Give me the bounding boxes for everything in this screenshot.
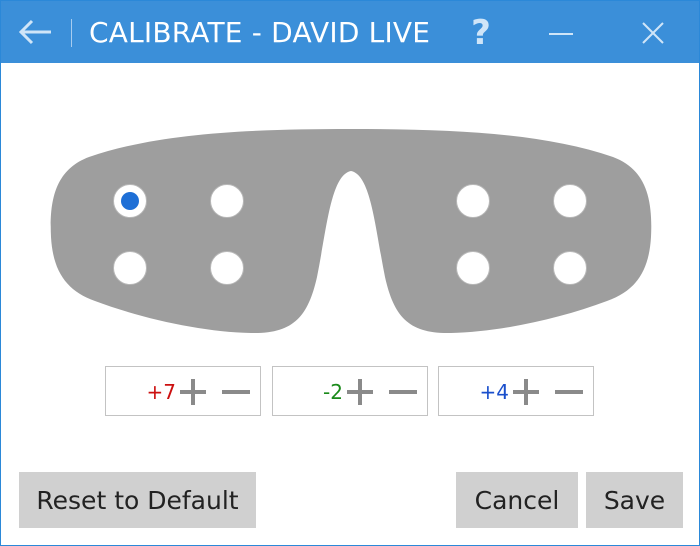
minimize-button[interactable] [543, 15, 579, 51]
save-button[interactable]: Save [586, 472, 683, 528]
stepper-1: +7 [105, 366, 261, 416]
help-button[interactable]: ? [461, 13, 501, 53]
cancel-button[interactable]: Cancel [456, 472, 578, 528]
stepper-value: +7 [146, 380, 176, 404]
calibration-point-left-top-outer[interactable] [113, 184, 147, 218]
plus-icon[interactable] [511, 377, 541, 407]
calibration-point-right-top-inner[interactable] [456, 184, 490, 218]
close-icon [642, 22, 664, 44]
stepper-value: -2 [323, 380, 343, 404]
stepper-2: -2 [272, 366, 428, 416]
calibration-point-right-bottom-outer[interactable] [553, 251, 587, 285]
title-separator [71, 19, 72, 47]
arrow-left-icon [18, 19, 51, 45]
calibration-point-left-top-inner[interactable] [210, 184, 244, 218]
title-bar: CALIBRATE - DAVID LIVE ? [1, 1, 699, 63]
calibration-point-right-bottom-inner[interactable] [456, 251, 490, 285]
calibration-point-left-bottom-inner[interactable] [210, 251, 244, 285]
minimize-icon [549, 33, 573, 35]
stepper-value: +4 [479, 380, 509, 404]
reset-to-default-button[interactable]: Reset to Default [19, 472, 256, 528]
back-button[interactable] [15, 14, 55, 50]
goggles-mask-shape [50, 129, 652, 334]
plus-icon[interactable] [345, 377, 375, 407]
close-button[interactable] [635, 15, 671, 51]
window-title: CALIBRATE - DAVID LIVE [89, 16, 431, 49]
calibrate-window: CALIBRATE - DAVID LIVE ? +7 -2 +4 Reset … [0, 0, 700, 546]
minus-icon[interactable] [553, 377, 585, 407]
plus-icon[interactable] [178, 377, 208, 407]
minus-icon[interactable] [220, 377, 252, 407]
minus-icon[interactable] [387, 377, 419, 407]
calibration-point-right-top-outer[interactable] [553, 184, 587, 218]
calibration-point-left-bottom-outer[interactable] [113, 251, 147, 285]
stepper-3: +4 [438, 366, 594, 416]
